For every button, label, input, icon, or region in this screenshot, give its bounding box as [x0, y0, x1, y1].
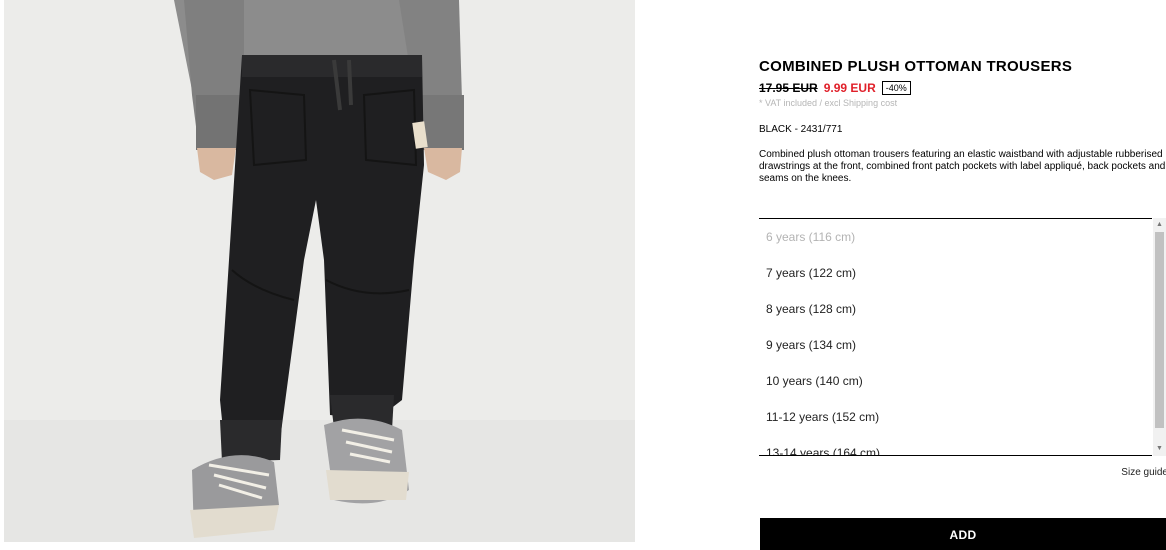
- add-to-cart-button[interactable]: ADD: [760, 518, 1166, 550]
- product-info-panel: COMBINED PLUSH OTTOMAN TROUSERS 17.95 EU…: [759, 0, 1166, 550]
- scrollbar-thumb[interactable]: [1155, 232, 1164, 428]
- size-option[interactable]: 13-14 years (164 cm): [759, 435, 1152, 455]
- size-list-scrollbar[interactable]: ▲ ▼: [1153, 218, 1166, 456]
- product-photo-illustration: [4, 0, 635, 542]
- vat-note: * VAT included / excl Shipping cost: [759, 98, 898, 108]
- size-option[interactable]: 7 years (122 cm): [759, 255, 1152, 291]
- discount-badge: -40%: [881, 80, 911, 95]
- size-option[interactable]: 11-12 years (152 cm): [759, 399, 1152, 435]
- color-reference: BLACK - 2431/771: [759, 124, 843, 135]
- triangle-up-icon[interactable]: ▲: [1153, 218, 1166, 232]
- size-option[interactable]: 8 years (128 cm): [759, 291, 1152, 327]
- triangle-down-icon[interactable]: ▼: [1153, 442, 1166, 456]
- size-selector[interactable]: 6 years (116 cm) 7 years (122 cm) 8 year…: [759, 218, 1152, 456]
- size-option[interactable]: 10 years (140 cm): [759, 363, 1152, 399]
- product-image[interactable]: [4, 0, 635, 542]
- old-price: 17.95 EUR: [759, 80, 818, 95]
- price-row: 17.95 EUR 9.99 EUR -40%: [759, 80, 911, 95]
- product-description: Combined plush ottoman trousers featurin…: [759, 149, 1166, 184]
- size-list: 6 years (116 cm) 7 years (122 cm) 8 year…: [759, 219, 1152, 455]
- size-option: 6 years (116 cm): [766, 230, 856, 244]
- product-title: COMBINED PLUSH OTTOMAN TROUSERS: [759, 58, 1073, 75]
- sale-price: 9.99 EUR: [823, 80, 876, 95]
- size-guide-link[interactable]: Size guide: [1121, 467, 1166, 478]
- size-option[interactable]: 9 years (134 cm): [759, 327, 1152, 363]
